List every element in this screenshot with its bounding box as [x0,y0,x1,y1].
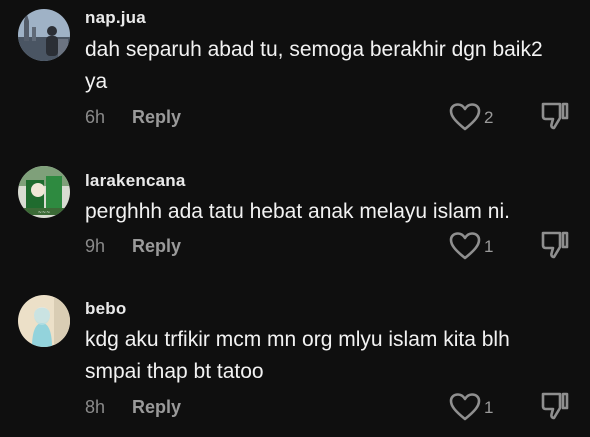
avatar[interactable] [18,295,70,347]
comment-username[interactable]: bebo [85,299,126,319]
dislike-button[interactable] [540,391,570,421]
comment-timestamp: 8h [85,397,106,417]
reply-button[interactable]: Reply [132,397,181,418]
like-button[interactable] [449,393,481,421]
comment-item: bebo kdg aku trfikir mcm mn org mlyu isl… [0,0,590,437]
like-count: 1 [484,398,494,417]
thumbs-down-outline-icon [541,392,569,420]
heart-outline-icon [449,393,481,421]
comment-text: kdg aku trfikir mcm mn org mlyu islam ki… [85,328,510,383]
